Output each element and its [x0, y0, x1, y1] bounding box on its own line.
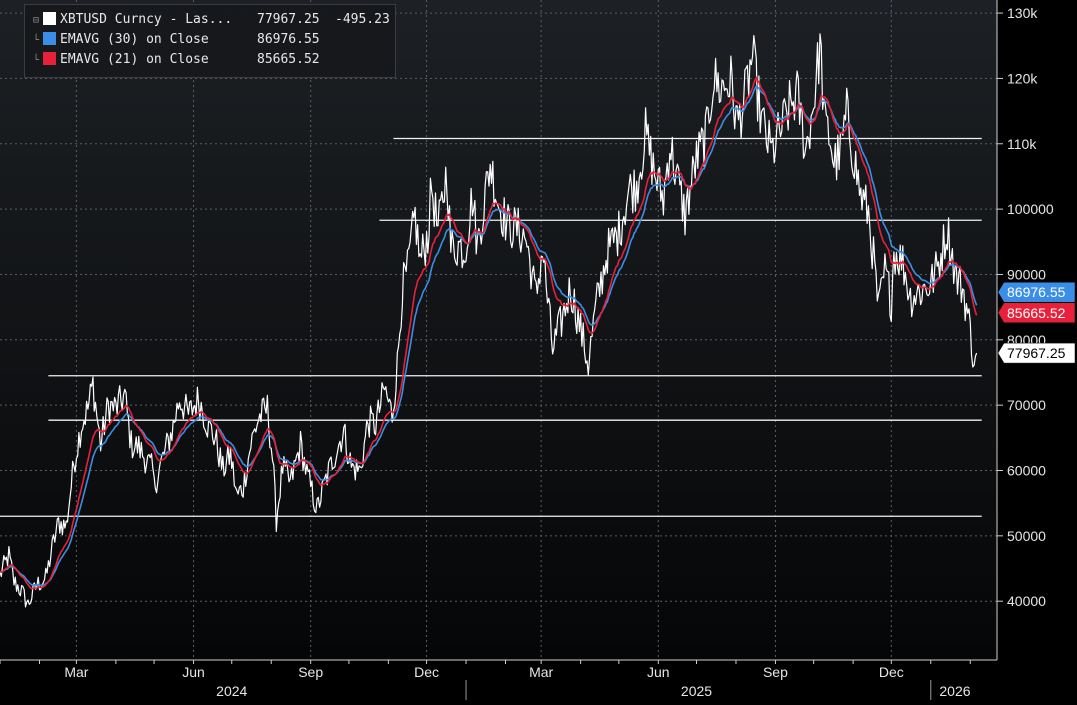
- legend-value: 86976.55: [257, 32, 320, 47]
- y-tick-label: 110k: [1007, 136, 1037, 152]
- y-tick-label: 70000: [1007, 397, 1046, 413]
- y-tick-label: 50000: [1007, 528, 1046, 544]
- chart: 40000 50000 60000 70000 80000 90000 100000 110k…: [0, 0, 1077, 700]
- tree-branch-icon: └: [33, 55, 40, 66]
- legend-label: EMAVG (30) on Close: [60, 32, 209, 47]
- tree-branch-icon: └: [33, 35, 40, 46]
- legend-value: 85665.52: [257, 52, 320, 67]
- tag-ema30-text: 86976.55: [1007, 284, 1066, 300]
- y-tick-label: 120k: [1007, 70, 1038, 86]
- legend: ⊟ XBTUSD Curncy - Las... 77967.25 -495.23…: [24, 4, 396, 78]
- legend-value: 77967.25: [257, 12, 320, 27]
- legend-change: -495.23: [335, 12, 390, 27]
- legend-swatch-ema21: [43, 52, 56, 65]
- tag-ema21: 85665.52: [997, 302, 1076, 324]
- legend-swatch-ema30: [43, 32, 56, 45]
- x-tick-label: Mar: [64, 664, 88, 680]
- tag-last: 77967.25: [997, 342, 1076, 364]
- x-tick-label: Dec: [879, 664, 904, 680]
- legend-swatch-price: [43, 12, 56, 25]
- y-tick-label: 60000: [1007, 462, 1046, 478]
- legend-item-ema30[interactable]: └ EMAVG (30) on Close 86976.55: [33, 31, 320, 49]
- x-tick-label: Mar: [529, 664, 553, 680]
- legend-label: EMAVG (21) on Close: [60, 52, 209, 67]
- tag-ema30: 86976.55: [997, 281, 1076, 303]
- y-tick-label: 130k: [1007, 5, 1038, 21]
- legend-item-ema21[interactable]: └ EMAVG (21) on Close 85665.52: [33, 51, 320, 69]
- x-tick-label: Sep: [298, 664, 323, 680]
- x-year-label: 2026: [939, 683, 970, 699]
- y-tick-label: 100000: [1007, 201, 1054, 217]
- tag-last-text: 77967.25: [1007, 345, 1066, 361]
- tag-ema21-text: 85665.52: [1007, 305, 1066, 321]
- x-tick-label: Sep: [763, 664, 788, 680]
- x-tick-label: Jun: [182, 664, 205, 680]
- collapse-icon[interactable]: ⊟: [33, 12, 43, 30]
- x-tick-label: Jun: [647, 664, 670, 680]
- value-tags: 85665.52 86976.55 77967.25: [997, 281, 1076, 364]
- x-year-label: 2024: [216, 683, 247, 699]
- y-tick-label: 40000: [1007, 593, 1046, 609]
- x-tick-label: Dec: [414, 664, 439, 680]
- legend-item-price[interactable]: ⊟ XBTUSD Curncy - Las... 77967.25 -495.23: [33, 11, 390, 30]
- legend-label: XBTUSD Curncy - Las...: [60, 12, 233, 27]
- y-tick-label: 90000: [1007, 266, 1046, 282]
- x-year-label: 2025: [681, 683, 712, 699]
- price-chart-svg: 400005000060000700008000090000100000110k…: [0, 0, 1077, 700]
